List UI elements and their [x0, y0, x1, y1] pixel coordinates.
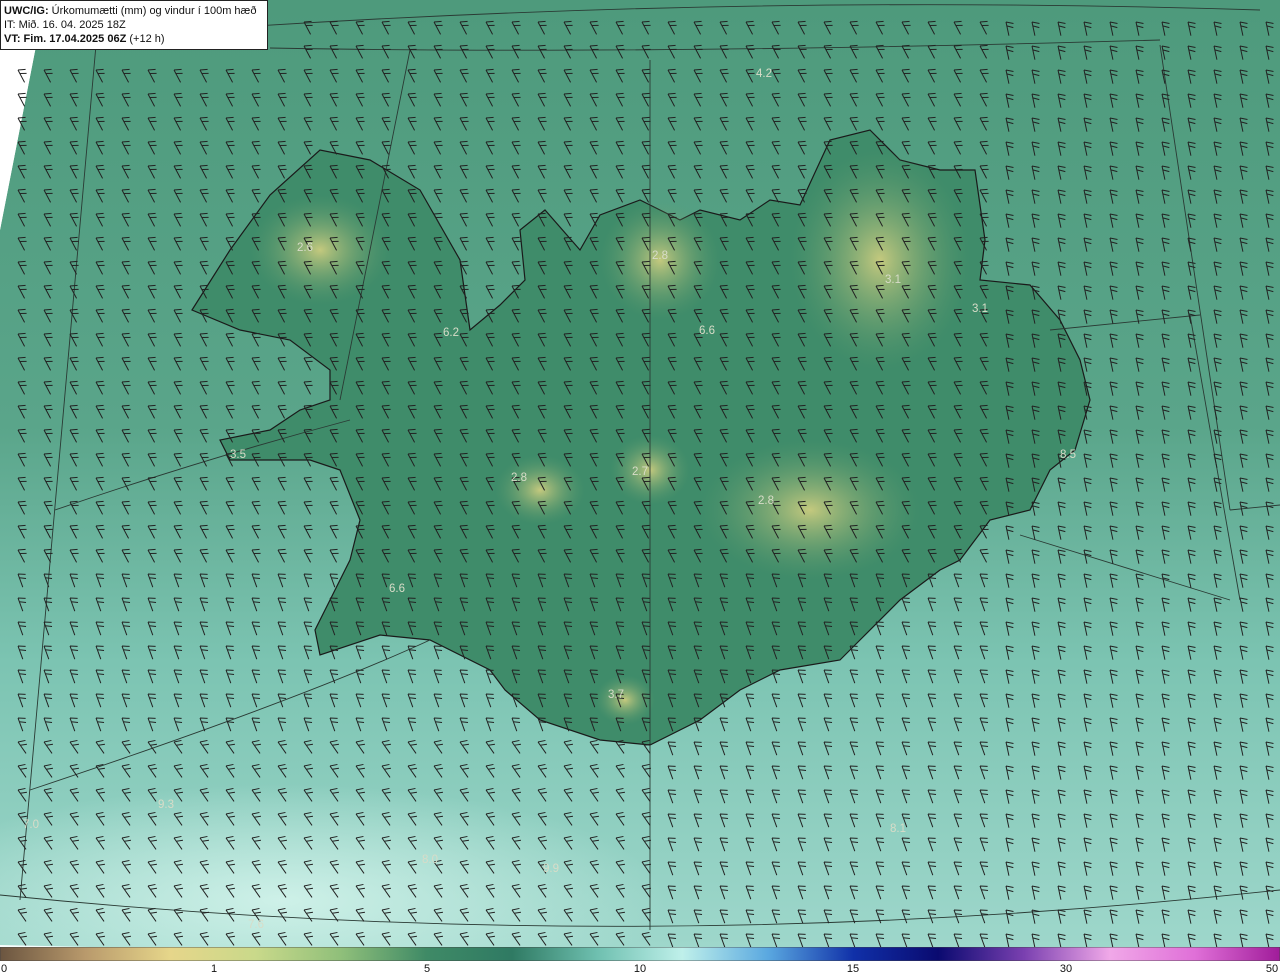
- value-label: 2.6: [297, 242, 313, 254]
- colorbar-tick: 0: [0, 963, 8, 975]
- colorbar: [0, 947, 1280, 961]
- colorbar-tick: 1: [210, 963, 218, 975]
- value-label: 9.9: [543, 863, 559, 875]
- value-label: 6.2: [443, 327, 459, 339]
- valid-time: VT: Fim. 17.04.2025 06Z: [4, 33, 127, 45]
- value-label: 6.6: [389, 583, 405, 595]
- value-label: 8.1: [890, 823, 906, 835]
- colorbar-tick: 50: [1265, 963, 1279, 975]
- value-label: 3.5: [230, 449, 246, 461]
- map-title: Úrkomumætti (mm) og vindur í 100m hæð: [51, 5, 257, 17]
- value-label: 3.7: [608, 689, 624, 701]
- source-label: UWC/IG:: [4, 5, 49, 17]
- colorbar-tick: 15: [846, 963, 860, 975]
- value-label: 9.3: [158, 799, 174, 811]
- value-label: 3.1: [972, 303, 988, 315]
- value-label: 8.5: [1060, 449, 1076, 461]
- forecast-lead: (+12 h): [129, 33, 165, 45]
- value-label: 2.8: [511, 472, 527, 484]
- value-label: 7.0: [23, 819, 39, 831]
- value-label: 2.8: [758, 495, 774, 507]
- value-label: 3.1: [885, 274, 901, 286]
- value-label: 6.6: [699, 325, 715, 337]
- value-label: 2.7: [632, 466, 648, 478]
- colorbar-tick: 5: [423, 963, 431, 975]
- issue-time: IT: Mið. 16. 04. 2025 18Z: [4, 19, 126, 31]
- colorbar-tick: 10: [633, 963, 647, 975]
- value-label: 4.2: [756, 68, 772, 80]
- value-label: 7.6: [248, 919, 264, 931]
- value-label: 8.0: [422, 854, 438, 866]
- colorbar-tick: 30: [1059, 963, 1073, 975]
- map-info-box: UWC/IG: Úrkomumætti (mm) og vindur í 100…: [0, 0, 268, 50]
- value-label: 2.8: [652, 250, 668, 262]
